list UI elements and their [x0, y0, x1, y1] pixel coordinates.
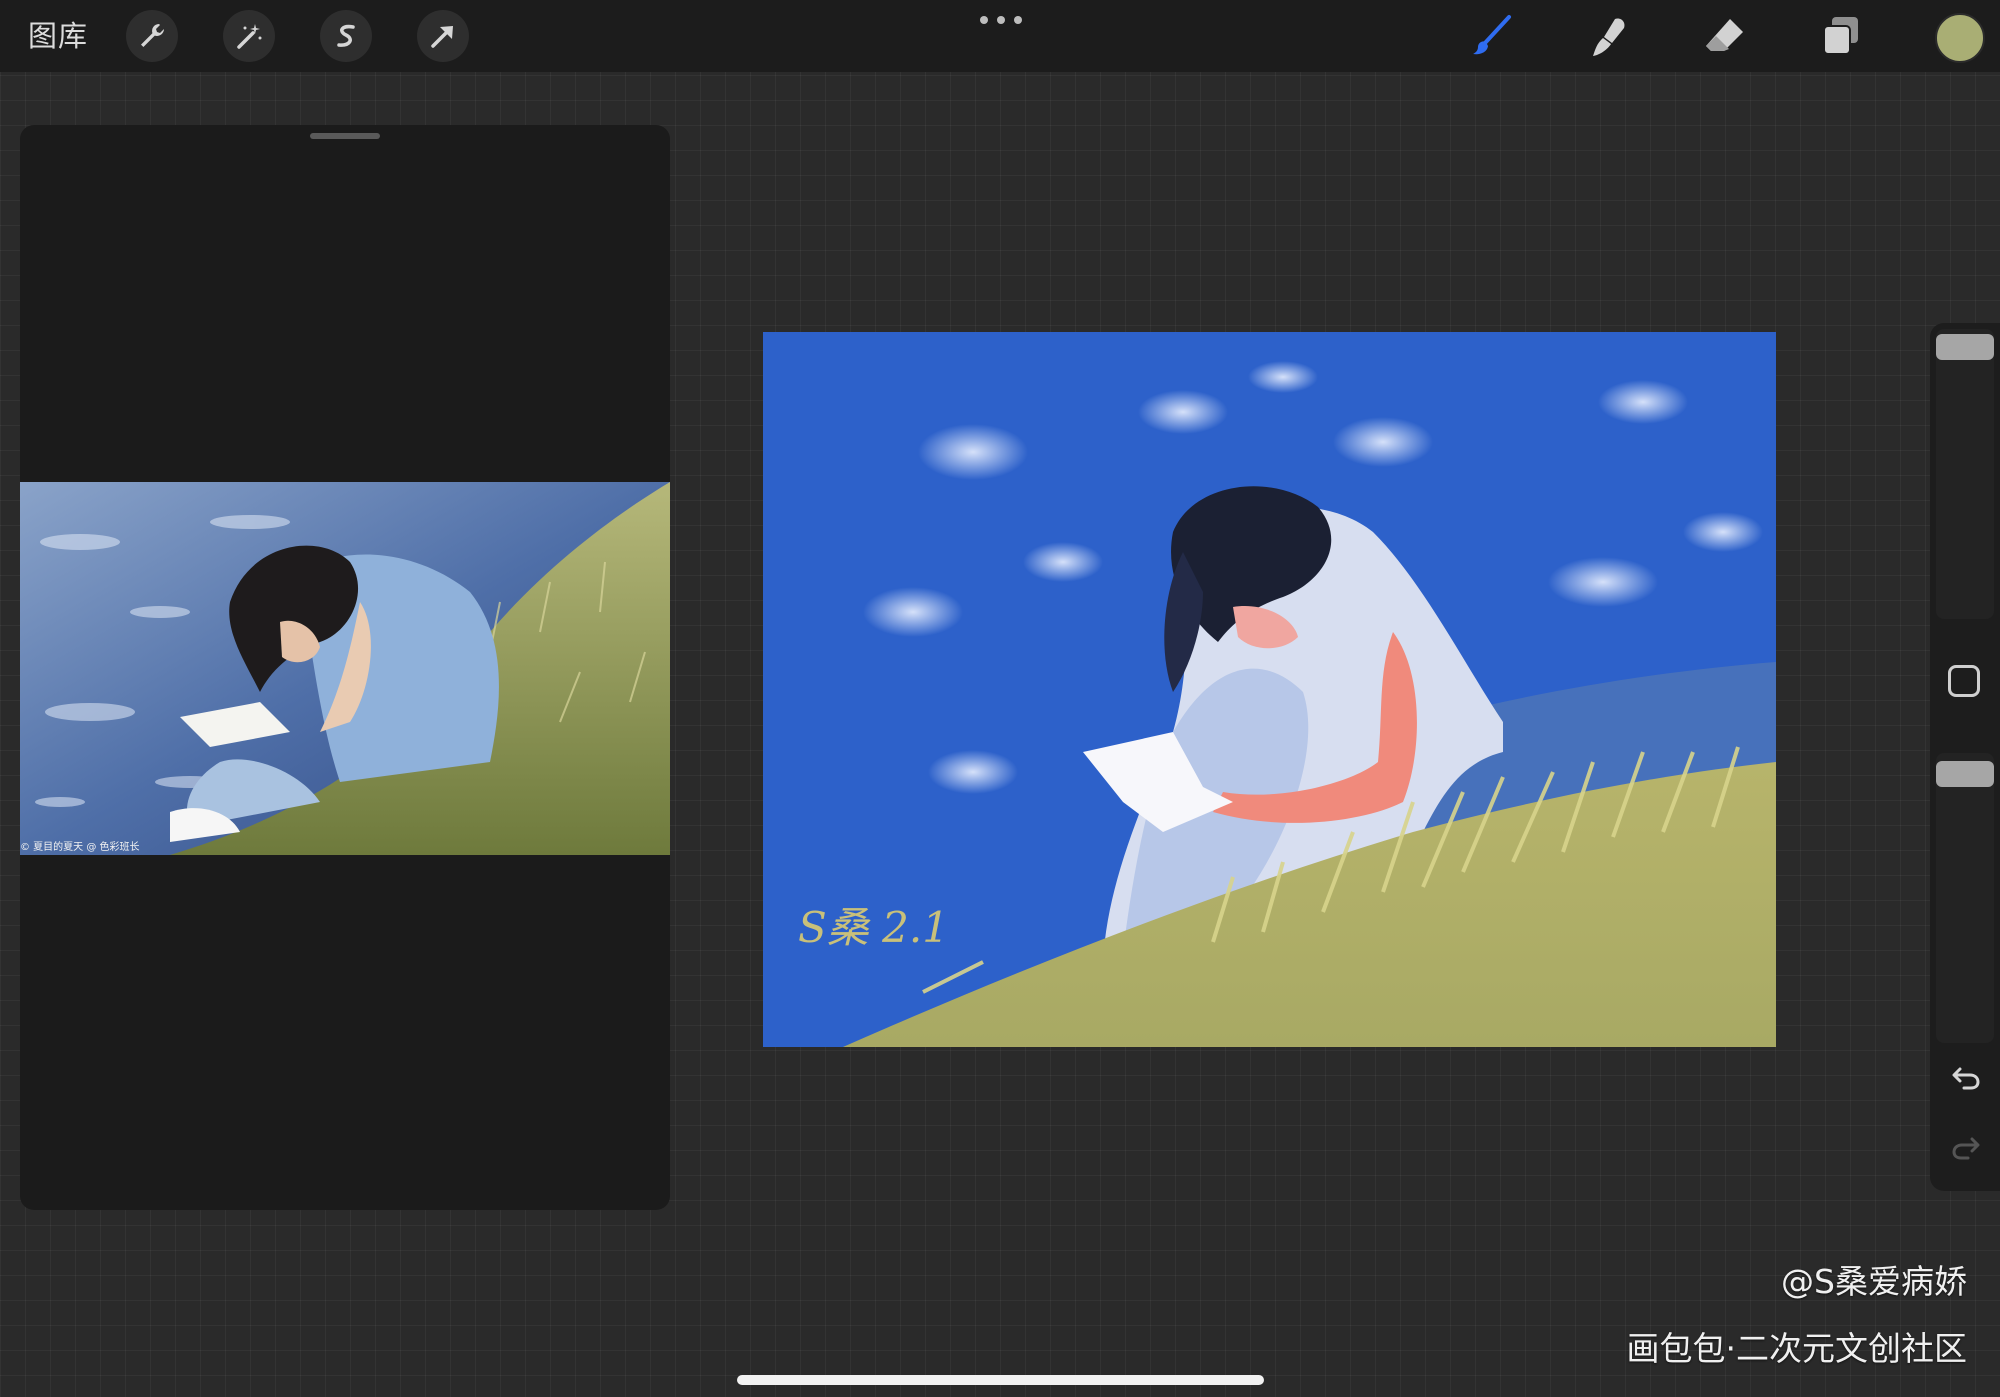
reference-panel-handle[interactable]: [310, 133, 380, 139]
color-picker-button[interactable]: [1935, 13, 1985, 63]
magic-wand-icon: [237, 24, 262, 49]
site-watermark: 画包包·二次元文创社区: [1626, 1329, 1968, 1368]
home-indicator[interactable]: [737, 1375, 1264, 1385]
more-options-button[interactable]: [980, 10, 1022, 30]
reference-photo-caption: © 夏目的夏天 @ 色彩班长: [20, 842, 140, 853]
actions-button[interactable]: [126, 10, 178, 62]
eraser-icon: [1706, 19, 1743, 51]
undo-icon: [1952, 1067, 1980, 1090]
transform-arrow-icon: [431, 26, 453, 48]
top-toolbar: 图库: [0, 0, 2000, 72]
dot-icon: [997, 16, 1005, 24]
reference-photo: © 夏目的夏天 @ 色彩班长: [20, 482, 670, 855]
artwork-signature: S桑 2.1: [798, 903, 949, 952]
dot-icon: [1014, 16, 1022, 24]
brush-icon: [1473, 15, 1511, 55]
smudge-tool-button[interactable]: [1582, 10, 1634, 62]
opacity-slider[interactable]: [1936, 753, 1994, 1043]
adjustments-button[interactable]: [223, 10, 275, 62]
reference-photo-image: [20, 482, 670, 855]
wrench-icon: [141, 24, 164, 47]
brush-size-thumb[interactable]: [1936, 334, 1994, 361]
dot-icon: [980, 16, 988, 24]
paint-tool-button[interactable]: [1466, 10, 1518, 62]
side-slider-bar: [1930, 323, 2000, 1191]
layers-button[interactable]: [1815, 10, 1867, 62]
layers-icon: [1823, 17, 1858, 55]
selection-s-icon: [337, 24, 355, 47]
eraser-tool-button[interactable]: [1699, 10, 1751, 62]
smudge-icon: [1593, 18, 1625, 56]
redo-button[interactable]: [1947, 1128, 1985, 1166]
opacity-thumb[interactable]: [1936, 760, 1994, 787]
redo-icon: [1952, 1137, 1980, 1160]
selection-button[interactable]: [320, 10, 372, 62]
drawing-canvas[interactable]: S桑 2.1: [763, 332, 1776, 1047]
transform-button[interactable]: [417, 10, 469, 62]
author-watermark: @S桑爱病娇: [1781, 1262, 1967, 1301]
undo-button[interactable]: [1947, 1058, 1985, 1096]
modify-button[interactable]: [1948, 665, 1980, 697]
brush-size-slider[interactable]: [1936, 329, 1994, 619]
canvas-artwork: S桑 2.1: [763, 332, 1776, 1047]
gallery-button[interactable]: 图库: [28, 14, 88, 58]
reference-panel[interactable]: © 夏目的夏天 @ 色彩班长: [20, 125, 670, 1210]
